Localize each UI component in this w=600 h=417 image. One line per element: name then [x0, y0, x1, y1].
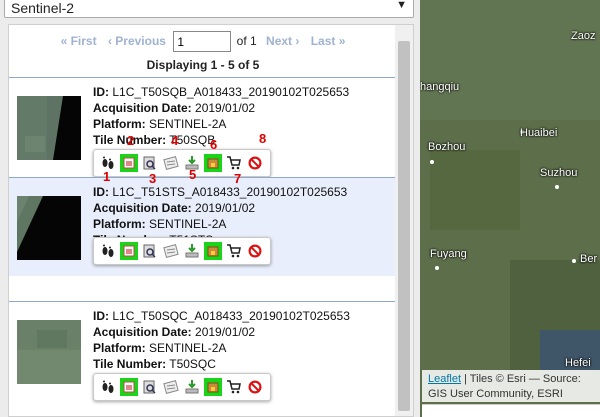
city-label: Ber [580, 253, 598, 265]
bulk-download-icon[interactable] [204, 154, 222, 172]
city-dot [555, 185, 559, 189]
overlay-preview-icon[interactable] [120, 242, 138, 260]
annotation-4: 4 [171, 133, 179, 148]
overlay-preview-icon[interactable] [120, 378, 138, 396]
cart-icon[interactable] [225, 378, 243, 396]
overlay-preview-icon[interactable] [120, 154, 138, 172]
page-count-label: of 1 [236, 33, 257, 48]
metadata-icon[interactable] [162, 378, 180, 396]
footprint-icon[interactable] [99, 378, 117, 396]
item-toolbar [93, 237, 271, 265]
scrollbar-thumb[interactable] [398, 41, 410, 411]
item-toolbar [93, 373, 271, 401]
item-date: 2019/01/02 [195, 325, 256, 339]
pagination: « First ‹ Previous of 1 Next › Last » [9, 31, 397, 52]
item-platform: SENTINEL-2A [149, 341, 227, 355]
result-item[interactable]: ID: L1C_T50SQC_A018433_20190102T025653 A… [9, 301, 397, 401]
zoom-preview-icon[interactable] [141, 242, 159, 260]
item-id: L1C_T50SQC_A018433_20190102T025653 [112, 309, 350, 323]
metadata-icon[interactable] [162, 242, 180, 260]
exclude-icon[interactable] [246, 242, 264, 260]
item-platform: SENTINEL-2A [149, 217, 227, 231]
scene-thumbnail[interactable] [17, 320, 81, 384]
zoom-preview-icon[interactable] [141, 378, 159, 396]
annotation-8: 8 [259, 131, 267, 146]
app-root: Sentinel-2 ▼ « First ‹ Previous of 1 Nex… [0, 0, 600, 417]
city-label: Fuyang [430, 248, 467, 260]
cart-icon[interactable] [225, 242, 243, 260]
cart-icon[interactable] [225, 154, 243, 172]
annotation-1: 1 [103, 169, 111, 184]
annotation-7: 7 [234, 171, 242, 186]
item-date: 2019/01/02 [195, 101, 256, 115]
annotation-2: 2 [127, 133, 135, 148]
dataset-select[interactable]: Sentinel-2 ▼ [4, 0, 414, 18]
annotation-6: 6 [210, 137, 218, 152]
city-dot [430, 160, 434, 164]
bulk-download-icon[interactable] [204, 242, 222, 260]
exclude-icon[interactable] [246, 378, 264, 396]
scene-thumbnail[interactable] [17, 196, 81, 260]
results-scrollbar[interactable] [395, 25, 413, 416]
city-label: Bozhou [428, 141, 466, 153]
city-label: Suzhou [540, 167, 578, 179]
download-icon[interactable] [183, 378, 201, 396]
results-list: « First ‹ Previous of 1 Next › Last » Di… [8, 24, 414, 417]
item-date: 2019/01/02 [195, 201, 256, 215]
leaflet-link[interactable]: Leaflet [428, 373, 461, 385]
scene-thumbnail[interactable] [17, 96, 81, 160]
city-dot [572, 259, 576, 263]
map-attribution: Leaflet | Tiles © Esri — Source: GIS Use… [422, 370, 600, 402]
item-platform: SENTINEL-2A [149, 117, 227, 131]
item-tile: T50SQC [169, 357, 216, 371]
metadata-icon[interactable] [162, 154, 180, 172]
bulk-download-icon[interactable] [204, 378, 222, 396]
next-page-link[interactable]: Next › [266, 34, 299, 48]
map-footer [422, 404, 600, 417]
zoom-preview-icon[interactable] [141, 154, 159, 172]
result-item[interactable]: ID: L1C_T50SQB_A018433_20190102T025653 A… [9, 77, 397, 177]
footprint-icon[interactable] [99, 242, 117, 260]
exclude-icon[interactable] [246, 154, 264, 172]
dataset-select-value: Sentinel-2 [11, 0, 75, 16]
item-id: L1C_T50SQB_A018433_20190102T025653 [112, 85, 350, 99]
page-number-input[interactable] [173, 31, 232, 52]
city-dot [435, 266, 439, 270]
first-page-link[interactable]: « First [61, 34, 97, 48]
last-page-link[interactable]: Last » [311, 34, 346, 48]
result-item[interactable]: ID: L1C_T51STS_A018433_20190102T025653 A… [9, 177, 397, 276]
item-info: ID: L1C_T50SQC_A018433_20190102T025653 A… [93, 309, 350, 371]
city-label: Huaibei [520, 127, 558, 139]
city-label: Hefei [565, 357, 591, 369]
annotation-3: 3 [149, 171, 157, 186]
city-label: Zaoz [571, 30, 596, 42]
download-icon[interactable] [183, 242, 201, 260]
attribution-line2: GIS User Community, ESRI [428, 388, 563, 400]
attribution-text: | Tiles © Esri — Source: [464, 373, 581, 385]
item-toolbar [93, 149, 271, 177]
chevron-down-icon: ▼ [396, 0, 407, 11]
city-label: hangqiu [420, 81, 460, 93]
map-view[interactable]: Zaoz hangqiu Huaibei Bozhou Suzhou Fuyan… [420, 0, 600, 417]
item-id: L1C_T51STS_A018433_20190102T025653 [112, 185, 348, 199]
annotation-5: 5 [189, 167, 197, 182]
search-results-panel: Sentinel-2 ▼ « First ‹ Previous of 1 Nex… [0, 0, 420, 417]
displaying-count: Displaying 1 - 5 of 5 [146, 58, 260, 72]
previous-page-link[interactable]: ‹ Previous [108, 34, 166, 48]
